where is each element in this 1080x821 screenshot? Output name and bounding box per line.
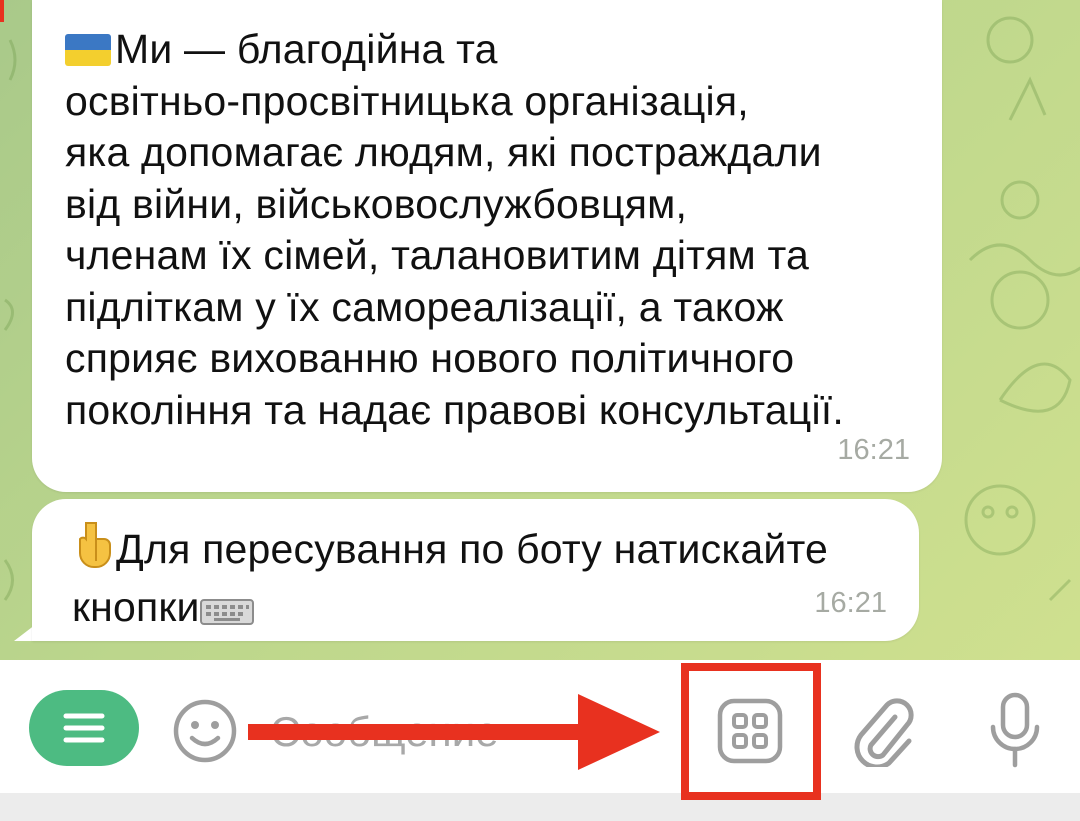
microphone-icon [990,692,1040,768]
chat-area[interactable]: Ми — благодійна та освітньо-просвітницьк… [0,0,1080,660]
message-bubble-navigation-hint[interactable]: Для пересування по боту натискайте кнопк… [32,499,919,641]
telegram-chat-screen: Ми — благодійна та освітньо-просвітницьк… [0,0,1080,821]
message-body: Для пересування по боту натискайте кнопк… [72,526,828,630]
message-input-bar [0,660,1080,793]
message-body: Ми — благодійна та освітньо-просвітницьк… [65,26,844,433]
smiley-icon [173,699,237,763]
message-text: Для пересування по боту натискайте кнопк… [72,521,889,639]
menu-icon [63,713,105,743]
message-timestamp: 16:21 [837,433,910,466]
voice-message-button[interactable] [980,690,1050,770]
message-input[interactable] [270,702,670,762]
ukraine-flag-icon [65,34,111,66]
pointing-down-hand-icon [72,521,116,582]
bot-keyboard-icon [717,698,783,764]
paperclip-icon [854,698,914,767]
message-text: Ми — благодійна та освітньо-просвітницьк… [65,24,912,436]
corner-marker [0,0,4,22]
message-timestamp: 16:21 [814,586,887,619]
bot-menu-button[interactable] [29,690,139,766]
attach-button[interactable] [848,693,918,769]
keyboard-emoji-icon [199,588,254,640]
emoji-button[interactable] [170,696,240,766]
bot-keyboard-button[interactable] [712,693,788,769]
navigation-strip [0,793,1080,821]
message-bubble-about[interactable]: Ми — благодійна та освітньо-просвітницьк… [32,0,942,492]
